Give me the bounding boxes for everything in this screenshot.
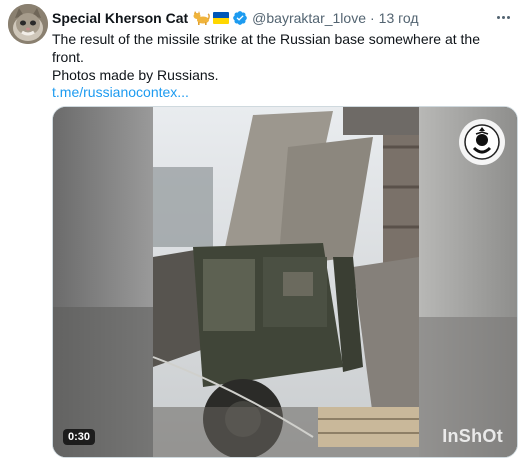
video-watermark: InShOt: [442, 426, 503, 446]
ukraine-flag-icon: [213, 12, 230, 24]
tweet-text-line: The result of the missile strike at the …: [52, 31, 480, 65]
cat-emoji-icon: [192, 11, 210, 25]
channel-logo-icon: [459, 119, 505, 165]
cat-avatar-icon: [8, 4, 48, 44]
more-options-button[interactable]: [492, 8, 514, 26]
author-display-name[interactable]: Special Kherson Cat: [52, 10, 188, 26]
tweet-header: Special Kherson Cat @bayraktar_1love · 1…: [52, 8, 488, 28]
tweet-text-line: Photos made by Russians.: [52, 67, 219, 83]
avatar[interactable]: [8, 4, 48, 44]
tweet-text: The result of the missile strike at the …: [52, 30, 514, 84]
video-thumbnail: [53, 107, 517, 457]
tweet: Special Kherson Cat @bayraktar_1love · 1…: [0, 0, 528, 470]
header-separator: ·: [369, 10, 375, 26]
more-options-icon: [496, 15, 510, 19]
video-duration-badge: 0:30: [63, 429, 96, 445]
tweet-external-link[interactable]: t.me/russianocontex...: [52, 83, 189, 101]
verified-badge-icon: [232, 10, 248, 26]
video-player[interactable]: 0:30 InShOt: [52, 106, 518, 458]
author-handle[interactable]: @bayraktar_1love: [252, 10, 366, 26]
tweet-timestamp[interactable]: 13 год: [379, 10, 419, 26]
